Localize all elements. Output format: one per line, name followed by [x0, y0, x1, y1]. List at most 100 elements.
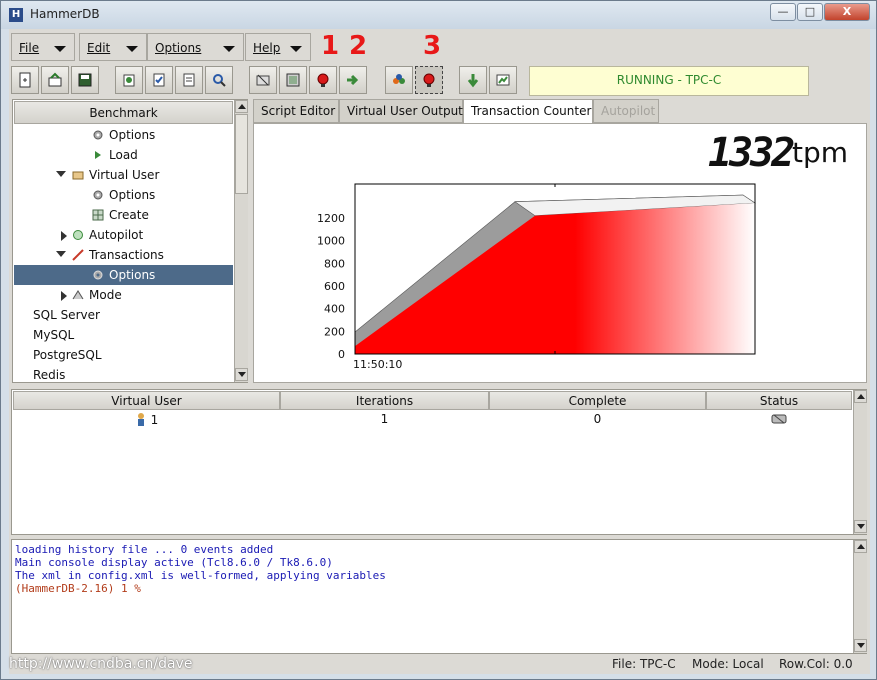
metrics-button[interactable] [489, 66, 517, 94]
menu-options[interactable]: Options [147, 33, 244, 61]
title-bar: H HammerDB — □ X [1, 1, 876, 29]
close-button[interactable]: X [824, 3, 870, 21]
table-scrollbar[interactable] [853, 390, 867, 534]
tree-item-autopilot[interactable]: Autopilot [14, 225, 233, 245]
tab-virtual-user-output[interactable]: Virtual User Output [339, 99, 463, 123]
tree-item-postgresql[interactable]: PostgreSQL [14, 345, 233, 365]
report-button[interactable] [175, 66, 203, 94]
stop-icon [317, 73, 329, 87]
tree-item-redis[interactable]: Redis [14, 365, 233, 385]
tree-header[interactable]: Benchmark [14, 101, 233, 124]
tree-item-label: Redis [33, 368, 66, 382]
open-file-icon [48, 72, 62, 87]
tree-item-label: SQL Server [33, 308, 100, 322]
chevron-down-icon [126, 46, 138, 52]
run-status-box: RUNNING - TPC-C [529, 66, 809, 96]
tree-item-options[interactable]: Options [14, 125, 233, 145]
run-icon [347, 74, 359, 86]
collapse-toggle-icon[interactable] [56, 171, 66, 177]
console-scrollbar[interactable] [853, 540, 867, 653]
cell-complete: 0 [593, 412, 602, 426]
menu-edit[interactable]: Edit [79, 33, 147, 61]
build-schema-button[interactable] [249, 66, 277, 94]
user-icon [137, 413, 144, 426]
column-header-iterations[interactable]: Iterations [280, 391, 489, 410]
running-status-icon [771, 414, 787, 424]
tpm-chart: 0 200 400 600 800 1000 1200 11:50:10 [317, 183, 756, 371]
status-bar: http://www.cndba.cn/dave File: TPC-C Mod… [9, 655, 870, 673]
new-script-button[interactable] [11, 66, 39, 94]
run-button[interactable] [339, 66, 367, 94]
stop-button[interactable] [309, 66, 337, 94]
tree-item-load[interactable]: Load [14, 145, 233, 165]
save-file-button[interactable] [71, 66, 99, 94]
tree-item-sql-server[interactable]: SQL Server [14, 305, 233, 325]
open-file-button[interactable] [41, 66, 69, 94]
tree-item-label: Mode [89, 288, 122, 302]
console-output[interactable]: loading history file ... 0 events added … [11, 539, 867, 654]
options-button[interactable] [145, 66, 173, 94]
chart-area-series [355, 203, 755, 354]
scroll-up-icon[interactable] [854, 390, 867, 403]
column-header-complete[interactable]: Complete [489, 391, 706, 410]
app-window: H HammerDB — □ X File Edit Options Help [0, 0, 877, 680]
menu-help-label: Help [253, 41, 281, 55]
chart-x-tick-label: 11:50:10 [353, 358, 402, 371]
gear-icon [93, 130, 103, 140]
tree-item-vu-options[interactable]: Options [14, 185, 233, 205]
tree-item-mode[interactable]: Mode [14, 285, 233, 305]
tree-item-virtual-user[interactable]: Virtual User [14, 165, 233, 185]
scroll-up-icon[interactable] [854, 540, 867, 553]
stop-users-button[interactable] [415, 66, 443, 94]
search-button[interactable] [205, 66, 233, 94]
gear-icon [93, 270, 103, 280]
hammerdb-logo-icon: H [9, 8, 23, 22]
column-header-virtual-user[interactable]: Virtual User [13, 391, 280, 410]
menu-file-label: File [19, 41, 40, 55]
status-row-col: Row.Col: 0.0 [779, 657, 853, 671]
minimize-button[interactable]: — [770, 3, 796, 21]
expand-toggle-icon[interactable] [61, 231, 67, 241]
benchmark-button[interactable] [115, 66, 143, 94]
tree-item-create[interactable]: Create [14, 205, 233, 225]
cell-status [706, 412, 852, 430]
console-line: loading history file ... 0 events added [15, 543, 274, 556]
tab-script-editor[interactable]: Script Editor [253, 99, 339, 123]
scroll-down-icon[interactable] [235, 368, 248, 381]
load-driver-icon [286, 73, 300, 87]
tree-item-mysql[interactable]: MySQL [14, 325, 233, 345]
menu-help[interactable]: Help [245, 33, 311, 61]
scroll-down-icon[interactable] [854, 639, 867, 652]
tree-item-transactions[interactable]: Transactions [14, 245, 233, 265]
tree-scrollbar[interactable] [234, 100, 248, 382]
load-driver-button[interactable] [279, 66, 307, 94]
report-icon [183, 73, 195, 87]
table-row[interactable]: 1 [13, 412, 280, 430]
pencil-icon [72, 249, 84, 261]
tree-item-label: Options [109, 188, 156, 202]
scroll-down-icon[interactable] [854, 520, 867, 533]
menu-file[interactable]: File [11, 33, 75, 61]
console-line: Main console display active (Tcl8.6.0 / … [15, 556, 333, 569]
tab-transaction-counter[interactable]: Transaction Counter [463, 99, 593, 124]
scroll-thumb[interactable] [235, 114, 248, 194]
annotation-1: 1 [321, 31, 340, 61]
collapse-toggle-icon[interactable] [56, 251, 66, 257]
tree-item-label: Create [109, 208, 149, 222]
expand-toggle-icon[interactable] [61, 291, 67, 301]
chevron-down-icon [223, 46, 235, 52]
new-script-icon [19, 72, 31, 88]
save-file-icon [78, 73, 92, 87]
tree-item-tx-options[interactable]: Options [14, 265, 233, 285]
benchmark-tree: Benchmark Options Load Virtual User Opti… [12, 99, 248, 383]
transaction-counter-button[interactable] [459, 66, 487, 94]
autopilot-icon [73, 230, 83, 240]
scroll-up-icon[interactable] [235, 100, 248, 113]
create-users-button[interactable] [385, 66, 413, 94]
maximize-button[interactable]: □ [797, 3, 823, 21]
transaction-counter-panel: 1332 tpm 0 200 400 600 800 1000 1200 11:50:10 [253, 123, 867, 383]
console-prompt: (HammerDB-2.16) 1 % [15, 582, 141, 595]
column-header-status[interactable]: Status [706, 391, 852, 410]
gear-icon [93, 190, 103, 200]
chart-y-tick-label: 200 [324, 325, 345, 338]
